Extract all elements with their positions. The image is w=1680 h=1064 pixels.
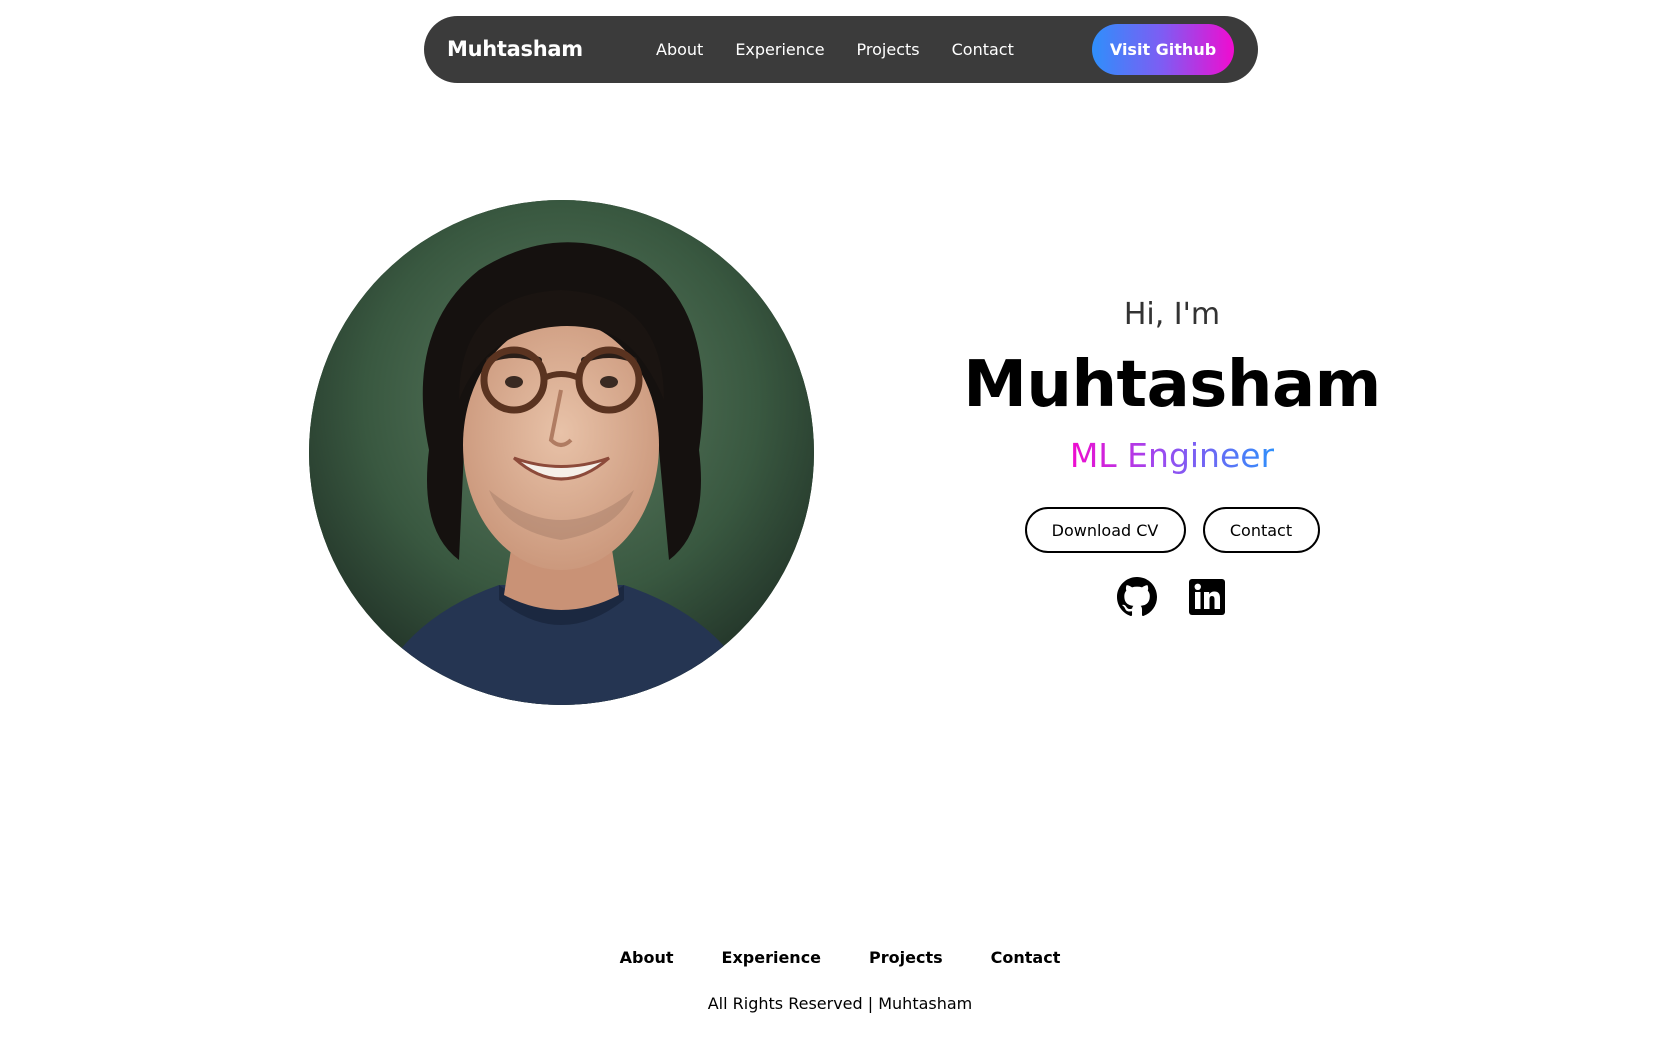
navbar: Muhtasham About Experience Projects Cont… xyxy=(424,16,1258,83)
nav-link-experience[interactable]: Experience xyxy=(735,40,824,59)
nav-link-contact[interactable]: Contact xyxy=(952,40,1014,59)
social-links xyxy=(922,577,1422,617)
hero-intro: Hi, I'm Muhtasham ML Engineer Download C… xyxy=(922,290,1422,617)
role-title: ML Engineer xyxy=(1070,430,1274,482)
download-cv-button[interactable]: Download CV xyxy=(1024,507,1186,553)
copyright-text: All Rights Reserved | Muhtasham xyxy=(707,994,973,1013)
hero-name: Muhtasham xyxy=(963,348,1381,422)
footer-nav: About Experience Projects Contact xyxy=(0,948,1680,967)
footer-link-about[interactable]: About xyxy=(620,948,674,967)
nav-link-projects[interactable]: Projects xyxy=(857,40,920,59)
brand-logo[interactable]: Muhtasham xyxy=(447,16,583,83)
hero-buttons: Download CV Contact xyxy=(922,507,1422,553)
profile-photo xyxy=(309,200,814,705)
nav-link-about[interactable]: About xyxy=(656,40,703,59)
visit-github-button[interactable]: Visit Github xyxy=(1092,24,1234,75)
footer-link-projects[interactable]: Projects xyxy=(869,948,943,967)
footer-link-experience[interactable]: Experience xyxy=(722,948,822,967)
greeting-text: Hi, I'm xyxy=(1123,297,1221,332)
contact-button[interactable]: Contact xyxy=(1202,507,1320,553)
github-icon[interactable] xyxy=(1117,577,1157,617)
linkedin-icon[interactable] xyxy=(1187,577,1227,617)
nav-links: About Experience Projects Contact xyxy=(656,16,1046,83)
footer-link-contact[interactable]: Contact xyxy=(991,948,1061,967)
